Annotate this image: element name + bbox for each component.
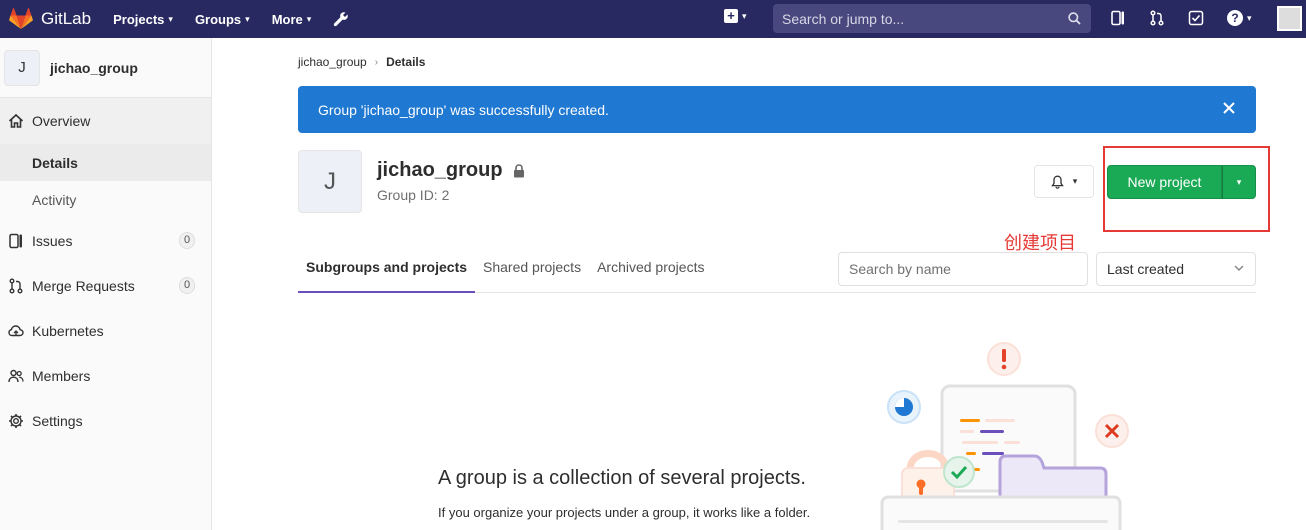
- chevron-right-icon: ›: [374, 56, 379, 68]
- sidebar-item-label: Issues: [32, 232, 73, 249]
- tab-subgroups-and-projects[interactable]: Subgroups and projects: [298, 253, 476, 293]
- more-menu[interactable]: More ▾: [272, 12, 312, 27]
- nav-icon-group: ? ▾: [1110, 10, 1268, 26]
- empty-state-description: If you organize your projects under a gr…: [438, 505, 811, 520]
- nav-menu: Projects ▾ Groups ▾ More ▾: [113, 11, 349, 27]
- sidebar-item-details[interactable]: Details: [0, 144, 211, 181]
- close-icon[interactable]: [1222, 101, 1236, 115]
- top-navbar: GitLab Projects ▾ Groups ▾ More ▾ + ▾ Se…: [0, 0, 1306, 38]
- gitlab-logo-icon: [9, 8, 33, 29]
- sidebar-item-label: Members: [32, 367, 91, 384]
- search-icon: [1068, 12, 1081, 25]
- empty-group-illustration: [880, 342, 1129, 530]
- gitlab-home-link[interactable]: GitLab: [9, 8, 91, 30]
- sidebar-item-label: Details: [32, 154, 78, 171]
- group-name: jichao_group: [377, 159, 503, 181]
- breadcrumb: jichao_group › Details: [298, 55, 425, 69]
- group-id: Group ID: 2: [377, 187, 450, 203]
- sort-dropdown[interactable]: Last created: [1096, 252, 1256, 286]
- chevron-down-icon: ▾: [306, 13, 312, 24]
- sidebar-item-label: Overview: [32, 113, 91, 129]
- filter-by-name-input[interactable]: [838, 252, 1088, 286]
- empty-state-title: A group is a collection of several proje…: [438, 467, 806, 489]
- merge-requests-count-badge: 0: [179, 277, 195, 294]
- sidebar-item-label: Settings: [32, 412, 83, 429]
- merge-request-icon: [9, 278, 23, 293]
- sidebar: J jichao_group Overview Details Activity…: [0, 38, 212, 530]
- plus-icon: +: [724, 9, 738, 23]
- sidebar-item-overview[interactable]: Overview: [0, 98, 211, 144]
- sidebar-item-settings[interactable]: Settings: [0, 398, 211, 443]
- gear-icon: [9, 413, 23, 428]
- sidebar-group-header[interactable]: J jichao_group: [0, 38, 211, 98]
- sidebar-item-issues[interactable]: Issues 0: [0, 218, 211, 263]
- sidebar-item-merge-requests[interactable]: Merge Requests 0: [0, 263, 211, 308]
- brand-name: GitLab: [41, 9, 92, 28]
- help-dropdown[interactable]: ? ▾: [1227, 10, 1252, 26]
- chevron-down-icon: [1234, 265, 1244, 272]
- chevron-down-icon: ▾: [1072, 176, 1078, 186]
- tab-archived-projects[interactable]: Archived projects: [589, 253, 712, 293]
- group-title: jichao_group: [377, 159, 525, 182]
- wrench-icon[interactable]: [333, 11, 349, 27]
- sidebar-item-label: Activity: [32, 191, 77, 208]
- sidebar-item-label: Kubernetes: [32, 322, 104, 339]
- user-avatar[interactable]: [1277, 6, 1302, 31]
- sidebar-item-activity[interactable]: Activity: [0, 181, 211, 218]
- breadcrumb-current: Details: [386, 55, 426, 69]
- group-avatar: J: [4, 49, 40, 86]
- annotation-highlight-box: [1103, 146, 1270, 232]
- bell-icon: [1051, 175, 1064, 189]
- search-bar[interactable]: [773, 4, 1091, 33]
- breadcrumb-parent-link[interactable]: jichao_group: [298, 55, 367, 69]
- more-menu-label: More: [271, 11, 303, 27]
- users-icon: [8, 369, 24, 382]
- sidebar-item-members[interactable]: Members: [0, 353, 211, 398]
- sidebar-item-label: Merge Requests: [32, 277, 135, 294]
- sort-value: Last created: [1107, 261, 1185, 277]
- sidebar-group-name: jichao_group: [50, 59, 138, 76]
- flash-notice: Group 'jichao_group' was successfully cr…: [298, 86, 1256, 133]
- issues-icon: [9, 233, 22, 248]
- projects-menu-label: Projects: [113, 11, 165, 27]
- chevron-down-icon: ▾: [168, 13, 173, 24]
- issues-count-badge: 0: [179, 232, 195, 249]
- notification-dropdown[interactable]: ▾: [1034, 165, 1094, 198]
- new-item-dropdown[interactable]: + ▾: [724, 9, 747, 23]
- search-input[interactable]: [773, 10, 1053, 27]
- groups-menu[interactable]: Groups ▾: [195, 12, 250, 27]
- cloud-icon: [8, 324, 24, 336]
- home-icon: [8, 113, 24, 128]
- tab-shared-projects[interactable]: Shared projects: [475, 253, 589, 293]
- todo-icon[interactable]: [1188, 10, 1204, 26]
- chevron-down-icon: ▾: [245, 13, 250, 24]
- issues-icon[interactable]: [1110, 10, 1126, 26]
- chevron-down-icon: ▾: [1247, 12, 1252, 23]
- lock-icon: [513, 163, 524, 177]
- group-avatar: J: [298, 150, 362, 213]
- merge-request-icon[interactable]: [1149, 10, 1165, 26]
- groups-menu-label: Groups: [194, 11, 242, 27]
- chevron-down-icon: ▾: [742, 10, 747, 21]
- projects-menu[interactable]: Projects ▾: [113, 12, 173, 27]
- sidebar-item-kubernetes[interactable]: Kubernetes: [0, 308, 211, 353]
- question-icon: ?: [1227, 10, 1243, 26]
- flash-message: Group 'jichao_group' was successfully cr…: [318, 101, 609, 118]
